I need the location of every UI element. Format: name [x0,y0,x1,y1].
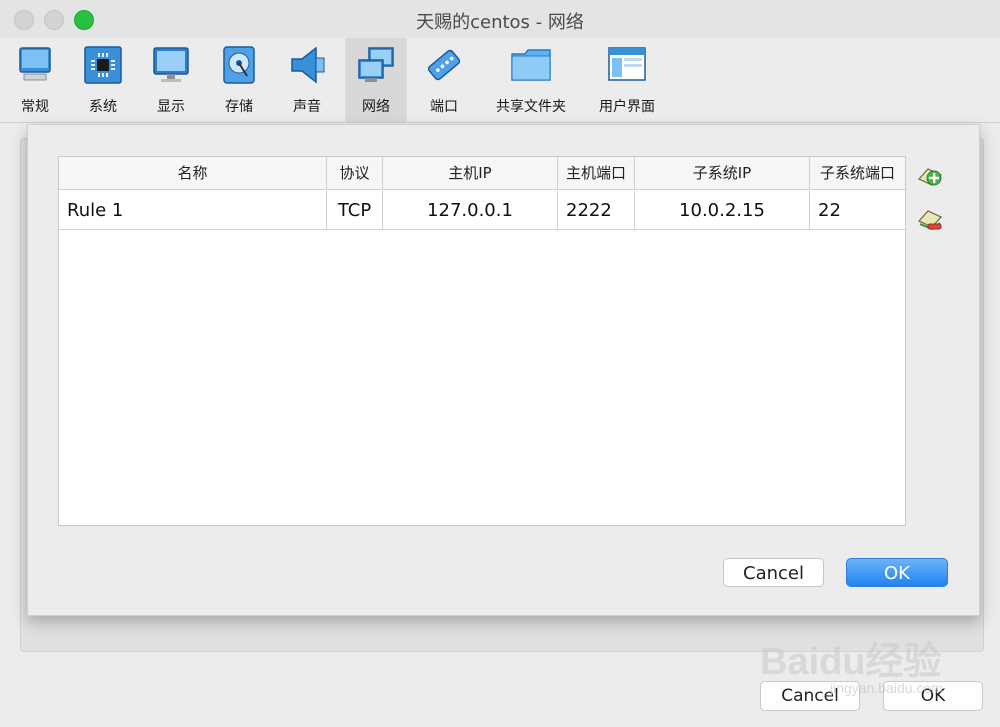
toolbar-label-general: 常规 [21,99,49,115]
toolbar-item-system[interactable]: 系统 [72,38,134,122]
general-icon [19,47,51,81]
toolbar-label-display: 显示 [157,99,185,115]
column-header-guest-ip[interactable]: 子系统IP [635,157,810,190]
title-bar: 天赐的centos - 网络 [0,0,1000,38]
baidu-watermark: Baidu经验 jingyan.baidu.com [760,618,1000,696]
settings-toolbar: 常规 系统 显示 存储 声音 网络 端口 共享文件夹 用户界面 [0,38,1000,123]
system-icon [84,46,122,84]
toolbar-item-ports[interactable]: 端口 [413,38,475,122]
cell-protocol[interactable]: TCP [327,191,383,230]
toolbar-item-network[interactable]: 网络 [345,38,407,122]
user-interface-icon [608,47,646,81]
column-header-protocol[interactable]: 协议 [327,157,383,190]
toolbar-label-system: 系统 [89,99,117,115]
port-forwarding-dialog: 名称 协议 主机IP 主机端口 子系统IP 子系统端口 Rule 1 TCP 1… [27,124,980,616]
shared-folders-icon [511,49,551,81]
ok-button[interactable]: OK [846,558,948,587]
add-rule-icon[interactable] [916,163,944,189]
column-header-host-ip[interactable]: 主机IP [383,157,558,190]
toolbar-label-shared-folders: 共享文件夹 [496,99,566,115]
port-forwarding-table: 名称 协议 主机IP 主机端口 子系统IP 子系统端口 Rule 1 TCP 1… [58,156,906,526]
toolbar-item-shared-folders[interactable]: 共享文件夹 [486,38,576,122]
cell-guest-port[interactable]: 22 [810,191,905,230]
toolbar-item-storage[interactable]: 存储 [208,38,270,122]
cell-host-port[interactable]: 2222 [558,191,635,230]
column-header-guest-port[interactable]: 子系统端口 [810,157,905,190]
cell-host-ip[interactable]: 127.0.0.1 [383,191,558,230]
display-icon [153,47,189,82]
watermark-text: Baidu经验 [760,641,942,683]
ports-icon [427,49,461,81]
toolbar-label-ports: 端口 [430,99,458,115]
window-title: 天赐的centos - 网络 [416,12,584,33]
storage-icon [223,46,255,84]
toolbar-label-storage: 存储 [225,99,253,115]
toolbar-label-audio: 声音 [293,99,321,115]
cell-name[interactable]: Rule 1 [59,191,327,230]
toolbar-item-user-interface[interactable]: 用户界面 [590,38,664,122]
cell-guest-ip[interactable]: 10.0.2.15 [635,191,810,230]
column-header-name[interactable]: 名称 [59,157,327,190]
watermark-url: jingyan.baidu.com [830,680,943,696]
toolbar-label-user-interface: 用户界面 [599,99,655,115]
toolbar-label-network: 网络 [362,99,390,115]
network-icon [358,47,394,82]
toolbar-item-audio[interactable]: 声音 [276,38,338,122]
toolbar-item-display[interactable]: 显示 [140,38,202,122]
audio-icon [291,46,325,84]
column-header-host-port[interactable]: 主机端口 [558,157,635,190]
toolbar-item-general[interactable]: 常规 [4,38,66,122]
remove-rule-icon[interactable] [916,207,944,233]
cancel-button[interactable]: Cancel [723,558,824,587]
